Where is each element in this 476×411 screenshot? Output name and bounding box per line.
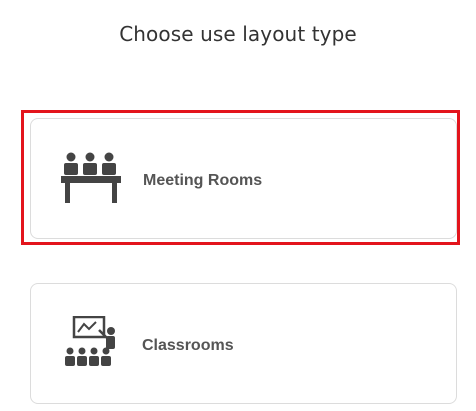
meeting-rooms-option[interactable]: Meeting Rooms [30,118,457,239]
classrooms-label: Classrooms [142,337,234,354]
layout-type-chooser: Choose use layout type Meeting Rooms Cla… [0,0,476,411]
meeting-rooms-label: Meeting Rooms [143,172,263,189]
meeting-room-icon [61,152,121,203]
classrooms-option[interactable]: Classrooms [30,283,457,404]
classroom-icon [65,316,115,366]
page-title: Choose use layout type [119,22,357,46]
